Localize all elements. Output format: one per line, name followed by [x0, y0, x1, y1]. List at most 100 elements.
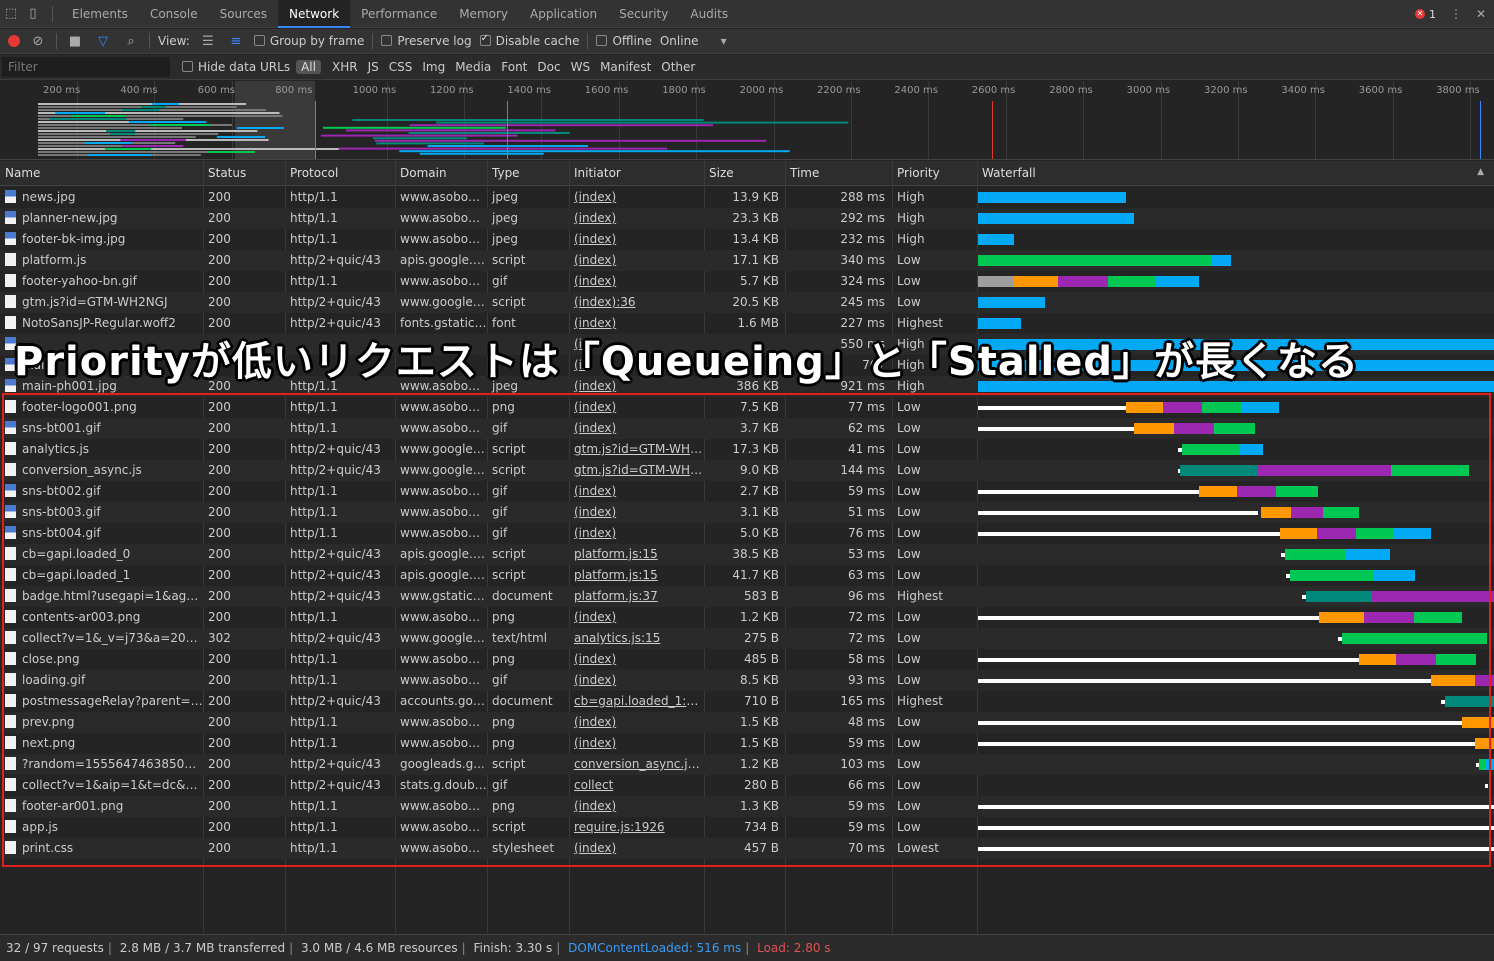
cell-initiator[interactable]: cb=gapi.loaded_1:291: [569, 691, 704, 712]
column-header-status[interactable]: Status: [203, 161, 285, 186]
sort-ascending-icon[interactable]: ▲: [1477, 167, 1484, 177]
device-toolbar-icon[interactable]: ▯: [22, 3, 44, 25]
column-header-waterfall[interactable]: Waterfall: [977, 161, 1494, 186]
cell-initiator[interactable]: (index): [569, 229, 704, 250]
offline-checkbox[interactable]: Offline: [596, 34, 652, 48]
cell-initiator[interactable]: platform.js:15: [569, 565, 704, 586]
cell-initiator[interactable]: platform.js:15: [569, 544, 704, 565]
cell-initiator[interactable]: (index): [569, 670, 704, 691]
tab-application[interactable]: Application: [519, 0, 608, 28]
preserve-log-checkbox[interactable]: Preserve log: [381, 34, 472, 48]
filter-type-xhr[interactable]: XHR: [327, 60, 363, 74]
table-row[interactable]: close.png 200 http/1.1 www.asobou.... png (in…: [0, 649, 1494, 670]
capture-screenshots-icon[interactable]: ■: [65, 34, 85, 49]
clear-icon[interactable]: ⊘: [28, 34, 48, 49]
filter-type-js[interactable]: JS: [363, 60, 384, 74]
filter-type-media[interactable]: Media: [450, 60, 496, 74]
cell-initiator[interactable]: (index): [569, 187, 704, 208]
cell-initiator[interactable]: analytics.js:15: [569, 628, 704, 649]
table-row[interactable]: gtm.js?id=GTM-WH2NGJ 200 http/2+quic/43 www…: [0, 292, 1494, 313]
cell-initiator[interactable]: (index): [569, 250, 704, 271]
column-header-type[interactable]: Type: [487, 161, 569, 186]
table-row[interactable]: planner-new.jpg 200 http/1.1 www.asobou....…: [0, 208, 1494, 229]
hide-data-urls-checkbox[interactable]: Hide data URLs: [182, 60, 290, 74]
table-row[interactable]: postmessageRelay?parent=htt... 200 http/2+…: [0, 691, 1494, 712]
more-options-icon[interactable]: ⋮: [1450, 7, 1462, 21]
disable-cache-checkbox[interactable]: Disable cache: [479, 33, 579, 48]
table-row[interactable]: footer-logo001.png 200 http/1.1 www.asobou.…: [0, 397, 1494, 418]
table-row[interactable]: analytics.js 200 http/2+quic/43 www.google-…: [0, 439, 1494, 460]
table-row[interactable]: cb=gapi.loaded_0 200 http/2+quic/43 apis.go…: [0, 544, 1494, 565]
filter-input[interactable]: [2, 57, 170, 77]
cell-initiator[interactable]: (index): [569, 523, 704, 544]
cell-initiator[interactable]: (index): [569, 712, 704, 733]
tab-elements[interactable]: Elements: [61, 0, 139, 28]
cell-initiator[interactable]: (index): [569, 838, 704, 859]
table-row[interactable]: print.css 200 http/1.1 www.asobou.... styles…: [0, 838, 1494, 859]
record-button[interactable]: [8, 35, 20, 47]
throttling-select[interactable]: Online ▾: [660, 34, 727, 48]
table-row[interactable]: collect?v=1&_v=j73&a=20845... 302 http/2+q…: [0, 628, 1494, 649]
search-icon[interactable]: ⌕: [121, 34, 141, 49]
table-row[interactable]: conversion_async.js 200 http/2+quic/43 www.…: [0, 460, 1494, 481]
table-row[interactable]: sns-bt002.gif 200 http/1.1 www.asobou.... gi…: [0, 481, 1494, 502]
filter-type-font[interactable]: Font: [496, 60, 532, 74]
table-row[interactable]: next.png 200 http/1.1 www.asobou.... png (ind…: [0, 733, 1494, 754]
cell-initiator[interactable]: (index):36: [569, 292, 704, 313]
table-row[interactable]: sns-bt004.gif 200 http/1.1 www.asobou.... gi…: [0, 523, 1494, 544]
large-rows-icon[interactable]: ☰: [198, 34, 218, 49]
cell-initiator[interactable]: (index): [569, 649, 704, 670]
cell-initiator[interactable]: conversion_async.js:17: [569, 754, 704, 775]
table-row[interactable]: loading.gif 200 http/1.1 www.asobou.... gif (…: [0, 670, 1494, 691]
table-row[interactable]: platform.js 200 http/2+quic/43 apis.google.…: [0, 250, 1494, 271]
group-by-frame-checkbox[interactable]: Group by frame: [253, 34, 364, 48]
cell-initiator[interactable]: (index): [569, 796, 704, 817]
cell-initiator[interactable]: (index): [569, 271, 704, 292]
column-header-initiator[interactable]: Initiator: [569, 161, 704, 186]
table-row[interactable]: sns-bt001.gif 200 http/1.1 www.asobou.... gi…: [0, 418, 1494, 439]
filter-type-ws[interactable]: WS: [566, 60, 595, 74]
filter-type-css[interactable]: CSS: [384, 60, 418, 74]
column-header-time[interactable]: Time: [785, 161, 892, 186]
table-row[interactable]: footer-ar001.png 200 http/1.1 www.asobou...…: [0, 796, 1494, 817]
filter-type-manifest[interactable]: Manifest: [595, 60, 656, 74]
cell-initiator[interactable]: (index): [569, 502, 704, 523]
error-counter[interactable]: ✕ 1: [1414, 8, 1436, 21]
filter-icon[interactable]: ▽: [93, 34, 113, 49]
filter-type-other[interactable]: Other: [656, 60, 700, 74]
cell-initiator[interactable]: (index): [569, 607, 704, 628]
tab-audits[interactable]: Audits: [679, 0, 739, 28]
tab-network[interactable]: Network: [278, 0, 351, 28]
cell-initiator[interactable]: require.js:1926: [569, 817, 704, 838]
cell-initiator[interactable]: gtm.js?id=GTM-WH2...: [569, 439, 704, 460]
table-row[interactable]: prev.png 200 http/1.1 www.asobou.... png (ind…: [0, 712, 1494, 733]
overview-icon[interactable]: ≡: [226, 34, 246, 49]
cell-initiator[interactable]: (index): [569, 481, 704, 502]
close-devtools-icon[interactable]: ✕: [1476, 7, 1486, 21]
table-row[interactable]: cb=gapi.loaded_1 200 http/2+quic/43 apis.go…: [0, 565, 1494, 586]
table-row[interactable]: ?random=1555647463850&cv... 200 http/2+qui…: [0, 754, 1494, 775]
cell-initiator[interactable]: gtm.js?id=GTM-WH2...: [569, 460, 704, 481]
cell-initiator[interactable]: collect: [569, 775, 704, 796]
column-header-priority[interactable]: Priority: [892, 161, 977, 186]
table-row[interactable]: sns-bt003.gif 200 http/1.1 www.asobou.... gi…: [0, 502, 1494, 523]
table-row[interactable]: contents-ar003.png 200 http/1.1 www.asobou.…: [0, 607, 1494, 628]
column-header-domain[interactable]: Domain: [395, 161, 487, 186]
column-header-protocol[interactable]: Protocol: [285, 161, 395, 186]
cell-initiator[interactable]: platform.js:37: [569, 586, 704, 607]
cell-initiator[interactable]: (index): [569, 733, 704, 754]
tab-sources[interactable]: Sources: [209, 0, 278, 28]
tab-performance[interactable]: Performance: [350, 0, 448, 28]
cell-initiator[interactable]: (index): [569, 418, 704, 439]
tab-security[interactable]: Security: [608, 0, 679, 28]
table-row[interactable]: footer-bk-img.jpg 200 http/1.1 www.asobou..…: [0, 229, 1494, 250]
table-row[interactable]: app.js 200 http/1.1 www.asobou.... script req…: [0, 817, 1494, 838]
filter-type-doc[interactable]: Doc: [532, 60, 565, 74]
cell-initiator[interactable]: (index): [569, 208, 704, 229]
column-header-size[interactable]: Size: [704, 161, 785, 186]
table-row[interactable]: badge.html?usegapi=1&agenc... 200 http/2+q…: [0, 586, 1494, 607]
tab-console[interactable]: Console: [139, 0, 209, 28]
filter-type-all[interactable]: All: [296, 60, 321, 74]
cell-initiator[interactable]: (index): [569, 397, 704, 418]
column-header-name[interactable]: Name: [0, 161, 203, 186]
